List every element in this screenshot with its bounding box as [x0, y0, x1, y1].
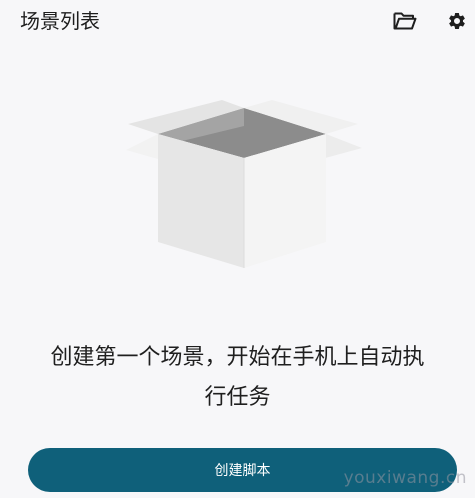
folder-open-icon[interactable]: [392, 8, 418, 34]
page-title: 场景列表: [20, 9, 100, 33]
gear-icon[interactable]: [444, 8, 470, 34]
empty-box-illustration: [122, 96, 366, 270]
app-header: 场景列表: [0, 0, 475, 44]
empty-state-message: 创建第一个场景，开始在手机上自动执 行任务: [50, 345, 425, 410]
watermark-text: youxiwang.cn: [343, 468, 467, 488]
